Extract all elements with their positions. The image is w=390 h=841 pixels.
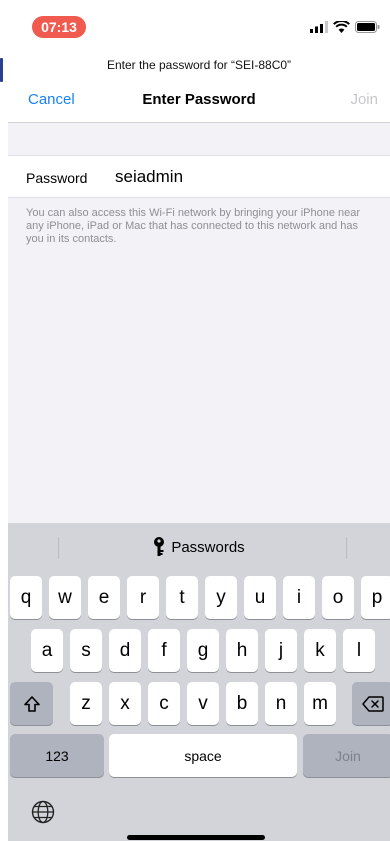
key-f[interactable]: f — [148, 629, 180, 672]
key-r[interactable]: r — [127, 576, 159, 619]
delete-key[interactable] — [352, 682, 390, 725]
key-d[interactable]: d — [109, 629, 141, 672]
home-indicator[interactable] — [127, 835, 265, 840]
numbers-key[interactable]: 123 — [10, 734, 104, 777]
key-o[interactable]: o — [322, 576, 354, 619]
key-w[interactable]: w — [49, 576, 81, 619]
key-h[interactable]: h — [226, 629, 258, 672]
key-q[interactable]: q — [10, 576, 42, 619]
key-z[interactable]: z — [70, 682, 102, 725]
edge-marker — [0, 58, 3, 82]
key-icon — [154, 537, 165, 556]
backspace-icon — [361, 695, 384, 712]
phone-screen: 07:13 Enter the password for “SEI-88C0” … — [8, 0, 390, 841]
password-sheet-header: Enter the password for “SEI-88C0” Enter … — [8, 50, 390, 123]
key-g[interactable]: g — [187, 629, 219, 672]
cellular-signal-icon — [310, 21, 328, 33]
key-y[interactable]: y — [205, 576, 237, 619]
time-pill[interactable]: 07:13 — [32, 16, 86, 38]
join-button[interactable]: Join — [350, 91, 378, 108]
wifi-icon — [333, 21, 350, 33]
join-key[interactable]: Join — [303, 734, 390, 777]
key-t[interactable]: t — [166, 576, 198, 619]
key-p[interactable]: p — [361, 576, 390, 619]
status-time: 07:13 — [41, 19, 77, 35]
passwords-suggestion[interactable]: Passwords — [8, 537, 390, 557]
password-input[interactable] — [115, 165, 375, 189]
cancel-button[interactable]: Cancel — [28, 91, 75, 108]
key-b[interactable]: b — [226, 682, 258, 725]
nav-bar: Enter Password Cancel Join — [8, 91, 390, 113]
key-u[interactable]: u — [244, 576, 276, 619]
passwords-label: Passwords — [171, 538, 245, 556]
status-icons — [310, 20, 380, 34]
shift-key[interactable] — [10, 682, 53, 725]
left-gutter — [0, 0, 8, 841]
keyboard: Passwords q w e r t y u i o p a s d f g … — [8, 523, 390, 841]
helper-text: You can also access this Wi-Fi network b… — [26, 207, 361, 245]
globe-icon[interactable] — [30, 799, 56, 825]
key-j[interactable]: j — [265, 629, 297, 672]
key-x[interactable]: x — [109, 682, 141, 725]
password-label: Password — [26, 170, 88, 186]
suggestion-bar: Passwords — [8, 523, 390, 569]
key-a[interactable]: a — [31, 629, 63, 672]
password-row[interactable]: Password — [8, 155, 390, 198]
key-n[interactable]: n — [265, 682, 297, 725]
key-i[interactable]: i — [283, 576, 315, 619]
status-bar: 07:13 — [8, 0, 390, 50]
key-v[interactable]: v — [187, 682, 219, 725]
key-c[interactable]: c — [148, 682, 180, 725]
battery-icon — [355, 21, 380, 33]
key-m[interactable]: m — [304, 682, 336, 725]
network-prompt: Enter the password for “SEI-88C0” — [106, 58, 292, 72]
space-key[interactable]: space — [109, 734, 297, 777]
key-e[interactable]: e — [88, 576, 120, 619]
key-s[interactable]: s — [70, 629, 102, 672]
key-l[interactable]: l — [343, 629, 375, 672]
key-k[interactable]: k — [304, 629, 336, 672]
shift-icon — [23, 695, 40, 712]
